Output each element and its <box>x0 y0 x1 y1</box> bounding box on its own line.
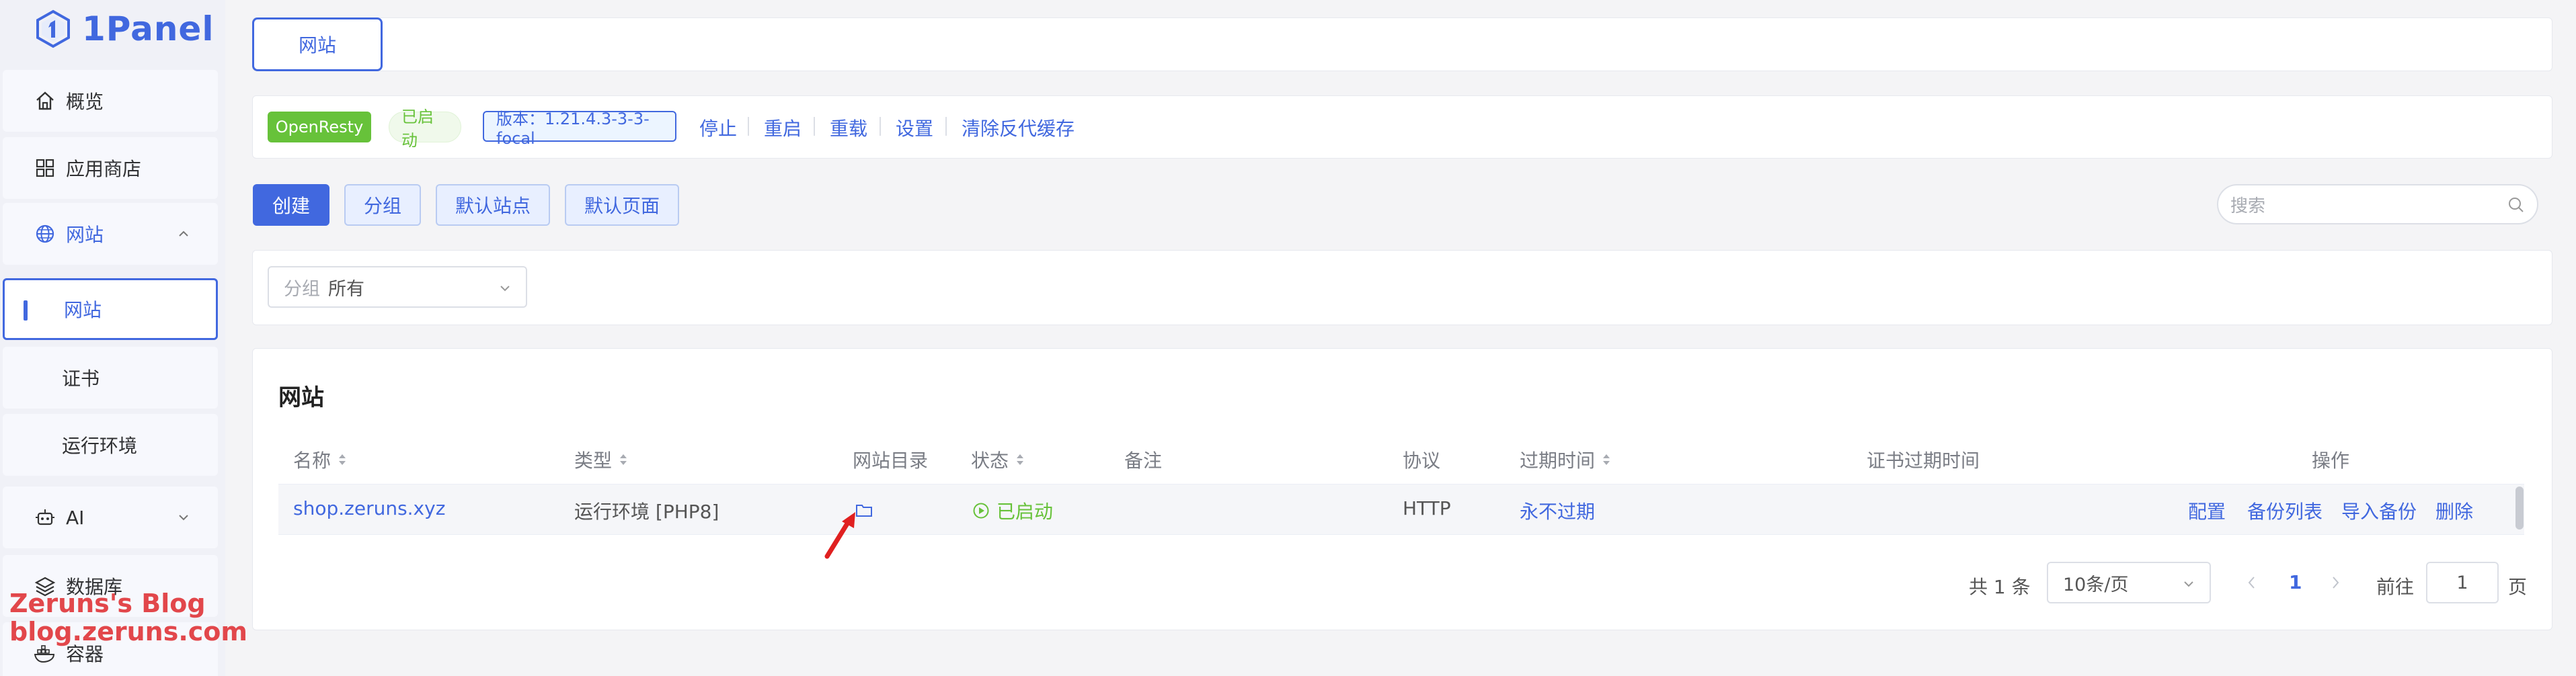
col-header-type[interactable]: 类型 <box>574 446 628 473</box>
search-placeholder: 搜索 <box>2230 196 2266 216</box>
app-logo[interactable]: 1Panel <box>34 5 214 52</box>
chevron-down-icon <box>2184 581 2193 587</box>
play-circle-icon <box>973 503 989 519</box>
goto-label: 前往 <box>2376 576 2415 598</box>
app-name: 1Panel <box>82 9 214 48</box>
sidebar-item-ai[interactable]: AI <box>3 487 218 548</box>
server-name-tag: OpenResty <box>268 112 371 142</box>
import-backup-link[interactable]: 导入备份 <box>2341 497 2417 524</box>
logo-mark-icon <box>36 9 70 48</box>
group-filter-value: 所有 <box>328 278 364 300</box>
sidebar-item-certificates[interactable]: 证书 <box>3 347 218 409</box>
sidebar-item-label: 证书 <box>62 368 100 390</box>
sidebar-item-runtime[interactable]: 运行环境 <box>3 414 218 476</box>
configure-link[interactable]: 配置 <box>2188 497 2226 524</box>
globe-icon <box>34 222 56 245</box>
sidebar-item-label: 数据库 <box>66 576 123 598</box>
tab-bar <box>252 17 2552 71</box>
layers-icon <box>34 575 56 597</box>
search-input[interactable]: 搜索 <box>2217 184 2538 224</box>
chevron-up-icon <box>179 230 188 237</box>
prev-page-icon[interactable] <box>2245 573 2259 592</box>
sort-icon <box>620 454 627 465</box>
delete-link[interactable]: 删除 <box>2435 497 2473 524</box>
divider <box>814 117 815 136</box>
sort-icon <box>1603 454 1610 465</box>
col-header-cert-expire: 证书过期时间 <box>1867 450 1980 472</box>
sidebar: 1Panel 概览 应用商店 网站 网站 证书 运行环境 AI 数据库 容器 Z… <box>0 0 247 676</box>
goto-page-input[interactable]: 1 <box>2426 562 2499 603</box>
page-size-select[interactable]: 10条/页 <box>2047 562 2211 603</box>
current-page[interactable]: 1 <box>2289 571 2302 593</box>
default-page-button[interactable]: 默认页面 <box>565 184 679 226</box>
sidebar-item-app-store[interactable]: 应用商店 <box>3 137 218 199</box>
sidebar-item-label: 容器 <box>66 643 104 665</box>
group-filter-select[interactable]: 分组 所有 <box>268 266 527 308</box>
col-header-expire[interactable]: 过期时间 <box>1520 446 1611 473</box>
chevron-down-icon <box>500 286 510 292</box>
filter-panel <box>252 250 2552 325</box>
docker-icon <box>34 642 56 665</box>
divider <box>945 117 947 136</box>
group-button[interactable]: 分组 <box>344 184 421 226</box>
group-filter-label: 分组 <box>284 278 320 300</box>
sidebar-item-label: 网站 <box>64 299 102 321</box>
sidebar-item-databases[interactable]: 数据库 <box>3 555 218 617</box>
divider <box>880 117 881 136</box>
pagination-total: 共 1 条 <box>1969 576 2031 598</box>
sidebar-item-containers[interactable]: 容器 <box>3 622 218 676</box>
website-status: 已启动 <box>972 497 1053 524</box>
server-version-tag: 版本：1.21.4.3-3-3-focal <box>483 110 676 148</box>
sort-icon <box>339 454 346 465</box>
backup-list-link[interactable]: 备份列表 <box>2247 497 2323 524</box>
home-icon <box>34 89 56 112</box>
create-button[interactable]: 创建 <box>253 184 329 226</box>
stop-link[interactable]: 停止 <box>699 114 737 141</box>
clear-proxy-cache-link[interactable]: 清除反代缓存 <box>962 114 1075 141</box>
sidebar-item-label: 网站 <box>66 224 104 246</box>
search-icon <box>2509 198 2524 212</box>
restart-link[interactable]: 重启 <box>764 114 802 141</box>
reload-link[interactable]: 重载 <box>830 114 867 141</box>
sidebar-item-overview[interactable]: 概览 <box>3 70 218 132</box>
default-site-button[interactable]: 默认站点 <box>436 184 550 226</box>
page-unit-label: 页 <box>2508 576 2528 598</box>
col-header-protocol: 协议 <box>1403 450 1441 472</box>
next-page-icon[interactable] <box>2328 573 2343 592</box>
website-protocol: HTTP <box>1403 497 1451 519</box>
settings-link[interactable]: 设置 <box>896 114 933 141</box>
sidebar-item-label: AI <box>66 506 85 529</box>
sidebar-item-websites[interactable]: 网站 <box>3 278 218 340</box>
sidebar-item-label: 应用商店 <box>66 158 142 180</box>
website-name-link[interactable]: shop.zeruns.xyz <box>293 497 445 519</box>
pointer-arrow-annotation <box>824 512 855 559</box>
website-type: 运行环境 [PHP8] <box>574 501 719 523</box>
col-header-remark: 备注 <box>1124 450 1163 472</box>
robot-icon <box>34 506 56 529</box>
website-expire[interactable]: 永不过期 <box>1520 497 1595 524</box>
col-header-actions: 操作 <box>2312 450 2350 472</box>
col-header-name[interactable]: 名称 <box>293 446 347 473</box>
active-indicator <box>24 300 28 321</box>
col-header-status[interactable]: 状态 <box>971 446 1025 473</box>
table-scrollbar[interactable] <box>2515 487 2524 530</box>
server-status-tag: 已启动 <box>389 108 461 150</box>
col-header-dir: 网站目录 <box>853 450 929 472</box>
sidebar-item-websites-group[interactable]: 网站 <box>3 203 218 265</box>
grid-icon <box>34 157 56 179</box>
sidebar-item-label: 概览 <box>66 91 104 113</box>
sidebar-item-label: 运行环境 <box>62 435 138 457</box>
divider <box>748 117 749 136</box>
table-title: 网站 <box>278 384 324 411</box>
sort-icon <box>1017 454 1024 465</box>
tab-websites[interactable]: 网站 <box>252 17 383 71</box>
chevron-down-icon <box>179 515 188 521</box>
